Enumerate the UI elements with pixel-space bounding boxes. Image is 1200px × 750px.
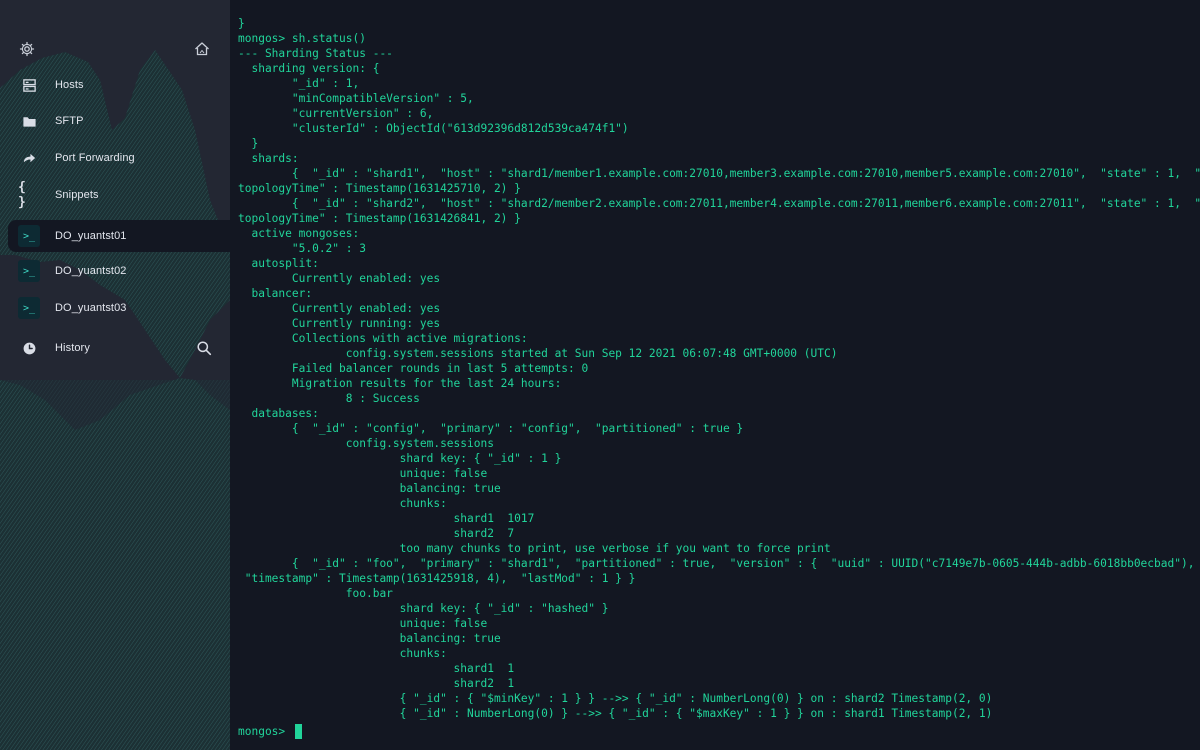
sidebar-item-label: SFTP bbox=[55, 115, 84, 127]
gear-icon bbox=[19, 41, 35, 57]
terminal-line: shard2 1 bbox=[238, 677, 515, 690]
terminal-line: { "_id" : "config", "primary" : "config"… bbox=[238, 422, 744, 435]
terminal-line: unique: false bbox=[238, 467, 488, 480]
terminal-line: too many chunks to print, use verbose if… bbox=[238, 542, 831, 555]
terminal-icon: >_ bbox=[18, 297, 40, 319]
sidebar-item-snippets[interactable]: { } Snippets bbox=[8, 180, 230, 210]
terminal-line: foo.bar bbox=[238, 587, 393, 600]
sidebar-item-sftp[interactable]: SFTP bbox=[8, 106, 230, 136]
terminal-line: shard2 7 bbox=[238, 527, 515, 540]
sidebar-item-label: DO_yuantst02 bbox=[55, 265, 127, 277]
clock-icon bbox=[18, 337, 40, 359]
sidebar-item-do-yuantst01[interactable]: >_ DO_yuantst01 bbox=[8, 220, 230, 252]
settings-gear-icon[interactable] bbox=[18, 40, 36, 58]
terminal-line: balancing: true bbox=[238, 482, 501, 495]
terminal-line: "5.0.2" : 3 bbox=[238, 242, 366, 255]
hosts-icon bbox=[18, 74, 40, 96]
terminal-line: Migration results for the last 24 hours: bbox=[238, 377, 562, 390]
terminal-line: balancer: bbox=[238, 287, 313, 300]
sidebar: Hosts SFTP Port Forwarding { } Snippets … bbox=[0, 0, 230, 750]
sidebar-item-do-yuantst02[interactable]: >_ DO_yuantst02 bbox=[8, 256, 230, 286]
terminal-output: } mongos> sh.status() --- Sharding Status … bbox=[238, 16, 1200, 721]
terminal-line: chunks: bbox=[238, 647, 447, 660]
sidebar-item-port-forwarding[interactable]: Port Forwarding bbox=[8, 143, 230, 173]
terminal-line: balancing: true bbox=[238, 632, 501, 645]
home-icon bbox=[195, 42, 209, 56]
terminal-line: topologyTime" : Timestamp(1631426841, 2)… bbox=[238, 212, 521, 225]
terminal-line: autosplit: bbox=[238, 257, 319, 270]
terminal-line: Currently enabled: yes bbox=[238, 302, 441, 315]
terminal-line: --- Sharding Status --- bbox=[238, 47, 393, 60]
terminal-line: unique: false bbox=[238, 617, 488, 630]
terminal-line: { "_id" : "shard2", "host" : "shard2/mem… bbox=[238, 197, 1200, 210]
terminal-cursor bbox=[294, 724, 302, 739]
terminal-line: shard key: { "_id" : "hashed" } bbox=[238, 602, 609, 615]
terminal-icon: >_ bbox=[18, 260, 40, 282]
terminal-line: { "_id" : NumberLong(0) } -->> { "_id" :… bbox=[238, 707, 993, 720]
terminal-prompt-line[interactable]: mongos> bbox=[238, 724, 302, 739]
terminal-line: Failed balancer rounds in last 5 attempt… bbox=[238, 362, 589, 375]
terminal-line: sharding version: { bbox=[238, 62, 380, 75]
terminal-pane[interactable]: } mongos> sh.status() --- Sharding Status … bbox=[230, 0, 1200, 750]
terminal-line: { "_id" : "foo", "primary" : "shard1", "… bbox=[238, 557, 1195, 570]
terminal-line: shard1 1 bbox=[238, 662, 515, 675]
terminal-line: mongos> sh.status() bbox=[238, 32, 366, 45]
terminal-line: 8 : Success bbox=[238, 392, 420, 405]
terminal-line: databases: bbox=[238, 407, 319, 420]
terminal-line: shard1 1017 bbox=[238, 512, 535, 525]
sidebar-item-do-yuantst03[interactable]: >_ DO_yuantst03 bbox=[8, 293, 230, 323]
folder-icon bbox=[18, 110, 40, 132]
terminal-line: { "_id" : "shard1", "host" : "shard1/mem… bbox=[238, 167, 1200, 180]
terminal-line: active mongoses: bbox=[238, 227, 360, 240]
terminal-line: } bbox=[238, 17, 245, 30]
search-icon bbox=[197, 341, 212, 356]
forward-arrow-icon bbox=[18, 147, 40, 169]
terminal-line: chunks: bbox=[238, 497, 447, 510]
sidebar-item-label: Hosts bbox=[55, 79, 84, 91]
terminal-line: topologyTime" : Timestamp(1631425710, 2)… bbox=[238, 182, 521, 195]
terminal-line: config.system.sessions started at Sun Se… bbox=[238, 347, 838, 360]
terminal-line: config.system.sessions bbox=[238, 437, 494, 450]
sidebar-item-label: History bbox=[55, 342, 90, 354]
sidebar-item-label: Snippets bbox=[55, 189, 99, 201]
terminal-line: "minCompatibleVersion" : 5, bbox=[238, 92, 474, 105]
terminal-line: "_id" : 1, bbox=[238, 77, 360, 90]
terminal-line: "clusterId" : ObjectId("613d92396d812d53… bbox=[238, 122, 629, 135]
sidebar-item-hosts[interactable]: Hosts bbox=[8, 70, 230, 100]
terminal-line: } bbox=[238, 137, 259, 150]
terminal-prompt: mongos> bbox=[238, 725, 292, 738]
terminal-line: Currently running: yes bbox=[238, 317, 441, 330]
sidebar-item-history[interactable]: History bbox=[8, 333, 188, 363]
sidebar-item-label: DO_yuantst01 bbox=[55, 230, 127, 242]
terminal-line: Collections with active migrations: bbox=[238, 332, 528, 345]
braces-icon: { } bbox=[18, 180, 26, 210]
terminal-line: shard key: { "_id" : 1 } bbox=[238, 452, 562, 465]
terminal-line: { "_id" : { "$minKey" : 1 } } -->> { "_i… bbox=[238, 692, 993, 705]
history-search-button[interactable] bbox=[196, 340, 212, 356]
sidebar-item-label: DO_yuantst03 bbox=[55, 302, 127, 314]
terminal-line: shards: bbox=[238, 152, 299, 165]
terminal-line: "currentVersion" : 6, bbox=[238, 107, 434, 120]
home-button[interactable] bbox=[193, 40, 211, 58]
terminal-line: "timestamp" : Timestamp(1631425918, 4), … bbox=[238, 572, 636, 585]
terminal-line: Currently enabled: yes bbox=[238, 272, 441, 285]
terminal-icon: >_ bbox=[18, 225, 40, 247]
sidebar-item-label: Port Forwarding bbox=[55, 152, 135, 164]
